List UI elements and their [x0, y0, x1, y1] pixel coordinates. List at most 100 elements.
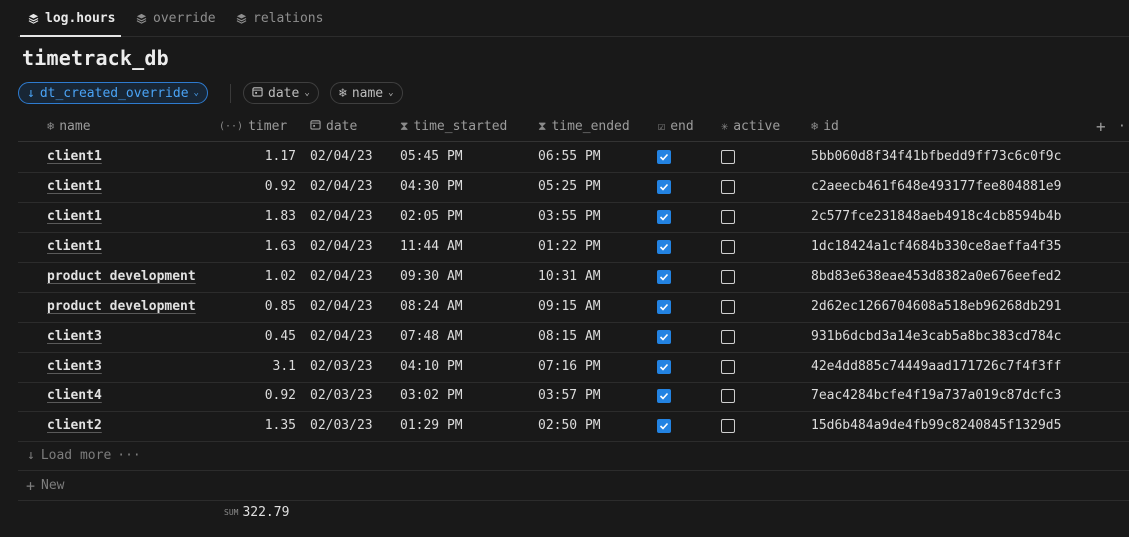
cell-time-ended: 10:31 AM	[538, 269, 601, 284]
column-header-label: name	[59, 118, 91, 134]
cell-date: 02/04/23	[310, 329, 373, 344]
cell-name[interactable]: product development	[47, 292, 196, 321]
cell-timer: 0.92	[264, 388, 296, 403]
chevron-down-icon: ⌄	[193, 88, 199, 98]
table-row[interactable]: client2 1.35 02/03/23 01:29 PM 02:50 PM …	[18, 411, 1129, 442]
active-checkbox[interactable]	[721, 352, 735, 381]
table-row[interactable]: product development 0.85 02/04/23 08:24 …	[18, 292, 1129, 323]
active-checkbox[interactable]	[721, 411, 735, 440]
column-header-label: id	[823, 118, 839, 134]
timer-sum[interactable]: SUM 322.79	[224, 505, 289, 520]
plus-icon: +	[26, 476, 36, 495]
new-row-button[interactable]: + New	[18, 471, 1129, 501]
cell-id: 7eac4284bcfe4f19a737a019c87dcfc3	[811, 388, 1062, 403]
cell-time-ended: 05:25 PM	[538, 179, 601, 194]
cell-name[interactable]: client2	[47, 411, 102, 440]
cell-time-started: 02:05 PM	[400, 209, 463, 224]
active-checkbox[interactable]	[721, 142, 735, 171]
name-filter-chip[interactable]: ❄ name ⌄	[330, 82, 403, 104]
date-filter-chip[interactable]: date ⌄	[243, 82, 319, 104]
new-row-label: New	[41, 478, 65, 493]
table-row[interactable]: client1 0.92 02/04/23 04:30 PM 05:25 PM …	[18, 172, 1129, 203]
tab-log-hours[interactable]: log.hours	[19, 0, 122, 37]
column-header-time-ended[interactable]: ⧗ time_ended	[538, 111, 630, 141]
cell-timer: 1.02	[264, 269, 296, 284]
column-header-name[interactable]: ❄ name	[47, 111, 91, 141]
cell-date: 02/03/23	[310, 359, 373, 374]
cell-time-ended: 09:15 AM	[538, 299, 601, 314]
table-row[interactable]: client1 1.83 02/04/23 02:05 PM 03:55 PM …	[18, 202, 1129, 233]
cell-name[interactable]: client1	[47, 232, 102, 261]
column-header-id[interactable]: ❄ id	[811, 111, 839, 141]
cell-date: 02/04/23	[310, 299, 373, 314]
cell-id: 1dc18424a1cf4684b330ce8aeffa4f35	[811, 239, 1062, 254]
cell-time-ended: 02:50 PM	[538, 418, 601, 433]
end-checkbox[interactable]	[657, 172, 671, 201]
sort-chip[interactable]: ↓ dt_created_override ⌄	[18, 82, 208, 104]
cell-time-ended: 03:55 PM	[538, 209, 601, 224]
column-header-end[interactable]: ☑ end	[658, 111, 694, 141]
cell-name[interactable]: client3	[47, 352, 102, 381]
table-row[interactable]: client1 1.63 02/04/23 11:44 AM 01:22 PM …	[18, 232, 1129, 263]
cell-name[interactable]: client4	[47, 381, 102, 410]
cell-id: 2d62ec1266704608a518eb96268db291	[811, 299, 1062, 314]
column-header-label: active	[733, 118, 781, 134]
end-checkbox[interactable]	[657, 381, 671, 410]
active-checkbox[interactable]	[721, 292, 735, 321]
cell-time-ended: 07:16 PM	[538, 359, 601, 374]
cell-time-started: 11:44 AM	[400, 239, 463, 254]
chevron-down-icon: ⌄	[304, 88, 310, 98]
table-row[interactable]: product development 1.02 02/04/23 09:30 …	[18, 262, 1129, 293]
end-checkbox[interactable]	[657, 352, 671, 381]
cell-timer: 1.17	[264, 149, 296, 164]
active-checkbox[interactable]	[721, 202, 735, 231]
tab-relations[interactable]: relations	[236, 0, 323, 36]
cell-name[interactable]: client1	[47, 142, 102, 171]
add-column-button[interactable]: +	[1096, 111, 1106, 141]
cell-date: 02/04/23	[310, 179, 373, 194]
active-checkbox[interactable]	[721, 172, 735, 201]
table-row[interactable]: client1 1.17 02/04/23 05:45 PM 06:55 PM …	[18, 142, 1129, 173]
table-row[interactable]: client3 3.1 02/03/23 04:10 PM 07:16 PM 4…	[18, 352, 1129, 383]
cell-date: 02/04/23	[310, 209, 373, 224]
cell-name[interactable]: client1	[47, 172, 102, 201]
column-header-time-started[interactable]: ⧗ time_started	[400, 111, 507, 141]
cell-name[interactable]: client1	[47, 202, 102, 231]
table-row[interactable]: client3 0.45 02/04/23 07:48 AM 08:15 AM …	[18, 322, 1129, 353]
page-title: timetrack_db	[22, 46, 169, 70]
active-checkbox[interactable]	[721, 232, 735, 261]
check-icon	[657, 209, 671, 224]
cell-id: 2c577fce231848aeb4918c4cb8594b4b	[811, 209, 1062, 224]
name-filter-label: name	[351, 85, 384, 101]
end-checkbox[interactable]	[657, 292, 671, 321]
end-checkbox[interactable]	[657, 322, 671, 351]
column-header-date[interactable]: date	[310, 111, 357, 141]
snowflake-icon: ❄	[47, 119, 55, 133]
table-row[interactable]: client4 0.92 02/03/23 03:02 PM 03:57 PM …	[18, 381, 1129, 412]
end-checkbox[interactable]	[657, 262, 671, 291]
active-checkbox[interactable]	[721, 381, 735, 410]
cell-name[interactable]: product development	[47, 262, 196, 291]
column-header-timer[interactable]: (··) timer	[219, 111, 287, 141]
active-checkbox[interactable]	[721, 322, 735, 351]
cell-id: 931b6dcbd3a14e3cab5a8bc383cd784c	[811, 329, 1062, 344]
load-more-button[interactable]: ↓ Load more ···	[18, 441, 1129, 471]
check-icon	[657, 329, 671, 344]
column-header-label: end	[670, 118, 694, 134]
end-checkbox[interactable]	[657, 142, 671, 171]
end-checkbox[interactable]	[657, 411, 671, 440]
active-checkbox[interactable]	[721, 262, 735, 291]
end-checkbox[interactable]	[657, 232, 671, 261]
cell-timer: 0.45	[264, 329, 296, 344]
more-options-button[interactable]: ···	[1118, 111, 1129, 141]
checkbox-icon: ☑	[658, 119, 666, 133]
layers-icon	[28, 13, 39, 24]
tab-override[interactable]: override	[136, 0, 216, 36]
table-header: ❄ name (··) timer date ⧗ time_started ⧗ …	[18, 111, 1129, 142]
column-header-active[interactable]: ✳ active	[721, 111, 780, 141]
arrow-down-icon: ↓	[27, 85, 35, 101]
check-icon	[657, 418, 671, 433]
cell-time-started: 09:30 AM	[400, 269, 463, 284]
cell-name[interactable]: client3	[47, 322, 102, 351]
end-checkbox[interactable]	[657, 202, 671, 231]
